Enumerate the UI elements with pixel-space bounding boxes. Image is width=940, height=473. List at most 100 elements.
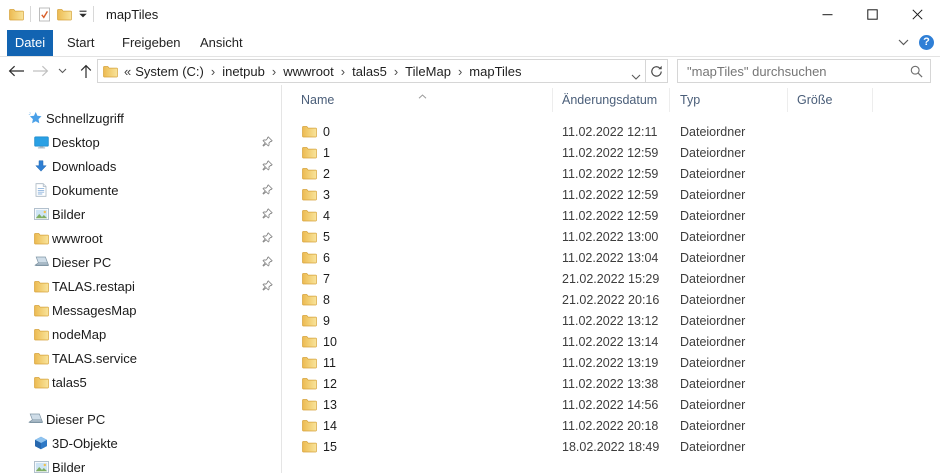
sidebar-item-wwwroot[interactable]: wwwroot	[0, 226, 281, 250]
sidebar-item-bilder[interactable]: Bilder	[0, 202, 281, 226]
computer-icon	[33, 254, 49, 270]
sidebar-item-talas-restapi[interactable]: TALAS.restapi	[0, 274, 281, 298]
file-modified: 11.02.2022 12:59	[562, 209, 680, 223]
breadcrumb-item-maptiles[interactable]: mapTiles	[466, 64, 524, 79]
column-header-gr-e[interactable]: Größe	[797, 93, 832, 107]
help-icon[interactable]: ?	[919, 35, 934, 50]
file-row[interactable]: 1 11.02.2022 12:59 Dateiordner	[282, 142, 940, 163]
file-type: Dateiordner	[680, 167, 797, 181]
file-row[interactable]: 6 11.02.2022 13:04 Dateiordner	[282, 247, 940, 268]
qat-checkmark-icon[interactable]	[38, 7, 51, 22]
sidebar-section-dieser-pc[interactable]: Dieser PC	[0, 407, 281, 431]
tab-ansicht[interactable]: Ansicht	[194, 30, 249, 56]
sidebar-item-downloads[interactable]: Downloads	[0, 154, 281, 178]
file-modified: 11.02.2022 13:00	[562, 230, 680, 244]
search-icon[interactable]	[910, 65, 923, 83]
recent-locations-icon[interactable]	[54, 57, 70, 85]
forward-button[interactable]	[30, 57, 50, 85]
sidebar-item-label: MessagesMap	[52, 303, 137, 318]
file-type: Dateiordner	[680, 398, 797, 412]
column-header-typ[interactable]: Typ	[680, 93, 700, 107]
breadcrumb-item-inetpub[interactable]: inetpub	[219, 64, 268, 79]
breadcrumb-separator-icon: ›	[455, 64, 465, 79]
file-row[interactable]: 7 21.02.2022 15:29 Dateiordner	[282, 268, 940, 289]
sidebar-item-talas-service[interactable]: TALAS.service	[0, 346, 281, 370]
file-row[interactable]: 0 11.02.2022 12:11 Dateiordner	[282, 121, 940, 142]
qat-new-folder-icon[interactable]	[57, 8, 72, 21]
breadcrumb-overflow[interactable]: «	[124, 64, 131, 79]
close-button[interactable]	[895, 0, 940, 28]
sidebar-item-desktop[interactable]: Desktop	[0, 130, 281, 154]
tab-start[interactable]: Start	[61, 30, 100, 56]
breadcrumb-separator-icon: ›	[338, 64, 348, 79]
breadcrumb-separator-icon: ›	[391, 64, 401, 79]
sidebar-item-messagesmap[interactable]: MessagesMap	[0, 298, 281, 322]
sidebar-item-bilder[interactable]: Bilder	[0, 455, 281, 473]
pictures-icon	[33, 206, 49, 222]
file-type: Dateiordner	[680, 251, 797, 265]
file-row[interactable]: 14 11.02.2022 20:18 Dateiordner	[282, 415, 940, 436]
back-button[interactable]	[6, 57, 26, 85]
address-bar[interactable]: « System (C:)›inetpub›wwwroot›talas5›Til…	[97, 59, 668, 83]
file-row[interactable]: 8 21.02.2022 20:16 Dateiordner	[282, 289, 940, 310]
titlebar: mapTiles	[0, 0, 940, 28]
file-row[interactable]: 15 18.02.2022 18:49 Dateiordner	[282, 436, 940, 457]
file-modified: 11.02.2022 12:59	[562, 146, 680, 160]
file-modified: 11.02.2022 13:19	[562, 356, 680, 370]
breadcrumb-item-system-c[interactable]: System (C:)	[132, 64, 207, 79]
breadcrumb-item-tilemap[interactable]: TileMap	[402, 64, 454, 79]
tab-freigeben[interactable]: Freigeben	[116, 30, 187, 56]
folder-icon	[302, 146, 317, 159]
sidebar-item-label: Dieser PC	[52, 255, 111, 270]
app-folder-icon	[7, 5, 25, 23]
address-dropdown-icon[interactable]	[631, 68, 641, 86]
file-name: 6	[323, 251, 330, 265]
file-row[interactable]: 10 11.02.2022 13:14 Dateiordner	[282, 331, 940, 352]
file-row[interactable]: 2 11.02.2022 12:59 Dateiordner	[282, 163, 940, 184]
sidebar-section-label: Schnellzugriff	[46, 111, 124, 126]
breadcrumb-item-wwwroot[interactable]: wwwroot	[280, 64, 337, 79]
qat-customize-dropdown-icon[interactable]	[78, 10, 88, 19]
file-name: 2	[323, 167, 330, 181]
sidebar-item-3d-objekte[interactable]: 3D-Objekte	[0, 431, 281, 455]
file-row[interactable]: 11 11.02.2022 13:19 Dateiordner	[282, 352, 940, 373]
file-row[interactable]: 5 11.02.2022 13:00 Dateiordner	[282, 226, 940, 247]
file-row[interactable]: 13 11.02.2022 14:56 Dateiordner	[282, 394, 940, 415]
file-row[interactable]: 12 11.02.2022 13:38 Dateiordner	[282, 373, 940, 394]
sidebar-item-label: Bilder	[52, 460, 85, 473]
sort-ascending-icon	[418, 86, 427, 104]
column-resize-handle[interactable]	[872, 88, 873, 112]
column-resize-handle[interactable]	[552, 88, 553, 112]
file-name: 9	[323, 314, 330, 328]
sidebar-item-dokumente[interactable]: Dokumente	[0, 178, 281, 202]
refresh-button[interactable]	[645, 60, 667, 82]
pictures-icon	[33, 459, 49, 473]
expand-ribbon-icon[interactable]	[898, 33, 909, 51]
search-box	[677, 59, 931, 83]
main-content: Schnellzugriff Desktop Downloads Dokumen…	[0, 85, 940, 473]
up-button[interactable]	[76, 57, 96, 85]
search-input[interactable]	[678, 60, 911, 82]
breadcrumb-item-talas5[interactable]: talas5	[349, 64, 390, 79]
ribbon-tab-row: Datei Start Freigeben Ansicht ?	[0, 28, 940, 57]
column-resize-handle[interactable]	[787, 88, 788, 112]
file-row[interactable]: 4 11.02.2022 12:59 Dateiordner	[282, 205, 940, 226]
sidebar-item-nodemap[interactable]: nodeMap	[0, 322, 281, 346]
minimize-button[interactable]	[805, 0, 850, 28]
column-header-name[interactable]: Name	[301, 93, 334, 107]
folder-icon	[302, 440, 317, 453]
folder-icon	[302, 377, 317, 390]
file-name: 3	[323, 188, 330, 202]
sidebar-item-talas5[interactable]: talas5	[0, 370, 281, 394]
maximize-button[interactable]	[850, 0, 895, 28]
sidebar-item-dieser-pc[interactable]: Dieser PC	[0, 250, 281, 274]
column-resize-handle[interactable]	[669, 88, 670, 112]
file-name: 7	[323, 272, 330, 286]
column-header-nderungsdatum[interactable]: Änderungsdatum	[562, 93, 657, 107]
file-name: 15	[323, 440, 337, 454]
file-row[interactable]: 9 11.02.2022 13:12 Dateiordner	[282, 310, 940, 331]
file-row[interactable]: 3 11.02.2022 12:59 Dateiordner	[282, 184, 940, 205]
breadcrumb-separator-icon: ›	[269, 64, 279, 79]
tab-datei[interactable]: Datei	[7, 30, 53, 56]
sidebar-section-schnellzugriff[interactable]: Schnellzugriff	[0, 106, 281, 130]
